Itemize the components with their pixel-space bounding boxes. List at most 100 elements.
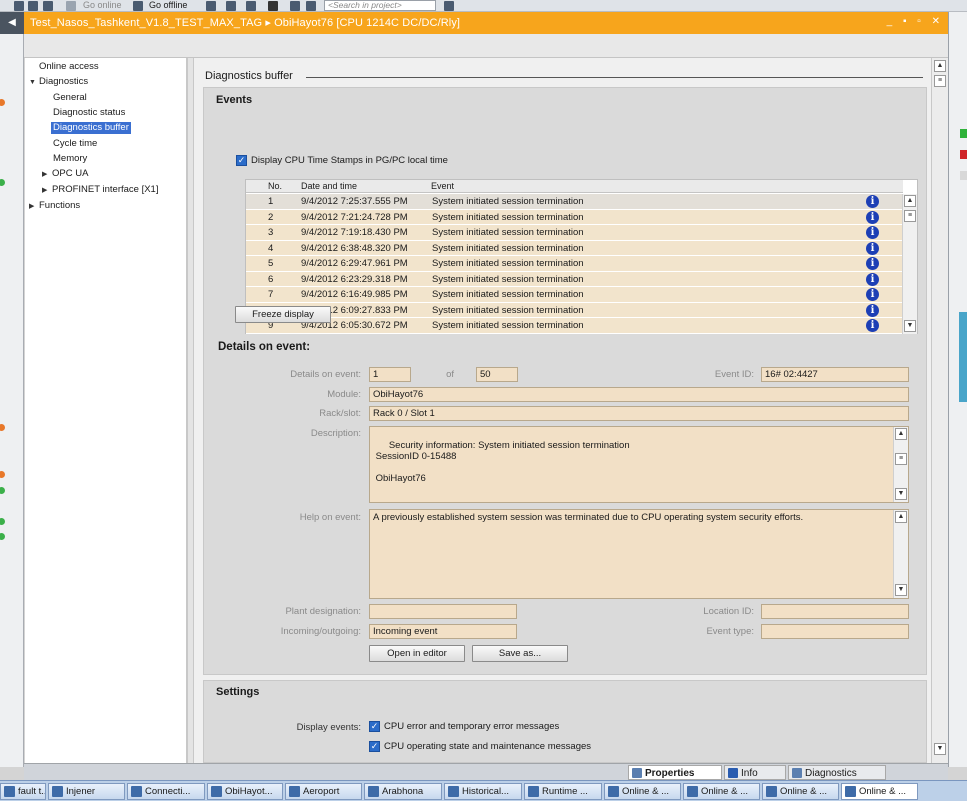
help-textarea[interactable]: A previously established system session …: [369, 509, 909, 599]
table-row[interactable]: 4 9/4/2012 6:38:48.320 PM System initiated…: [246, 240, 903, 256]
info-icon[interactable]: i: [866, 272, 879, 286]
taskbar-item[interactable]: Online & ...: [841, 783, 918, 800]
taskbar-item[interactable]: Aeroport: [285, 783, 362, 800]
nav-profinet[interactable]: ▶ PROFINET interface [X1]: [42, 184, 158, 197]
scroll-up-icon[interactable]: ▲: [895, 511, 907, 523]
table-row[interactable]: 3 9/4/2012 7:19:18.430 PM System initiated…: [246, 225, 903, 241]
nav-functions[interactable]: ▶ Functions: [29, 200, 80, 213]
description-textarea[interactable]: Security information: System initiated s…: [369, 426, 909, 503]
taskbar-item[interactable]: Connecti...: [127, 783, 205, 800]
settings-option-state[interactable]: ✓ CPU operating state and maintenance mes…: [369, 741, 591, 752]
scroll-up-icon[interactable]: ▲: [934, 60, 946, 72]
info-icon[interactable]: i: [866, 210, 879, 224]
tab-info[interactable]: Info: [724, 765, 786, 780]
taskbar-item[interactable]: fault t...: [0, 783, 46, 800]
app-icon: [608, 786, 619, 797]
table-row[interactable]: 2 9/4/2012 7:21:24.728 PM System initiated…: [246, 209, 903, 225]
scroll-down-icon[interactable]: ▼: [904, 320, 916, 332]
table-row[interactable]: 1 9/4/2012 7:25:37.555 PM System initiated…: [246, 194, 903, 210]
nav-opc-ua[interactable]: ▶ OPC UA: [42, 168, 88, 181]
info-icon[interactable]: i: [866, 257, 879, 270]
info-icon[interactable]: i: [866, 195, 879, 208]
taskbar-item[interactable]: Injener: [48, 783, 125, 800]
tab-properties[interactable]: Properties: [628, 765, 722, 780]
go-offline-button[interactable]: Go offline: [149, 0, 187, 11]
row-date: 9/4/2012 6:38:48.320 PM: [301, 242, 408, 254]
collapse-left-icon[interactable]: ◀: [0, 12, 24, 34]
table-row[interactable]: 7 9/4/2012 6:16:49.985 PM System initiated…: [246, 287, 903, 303]
taskbar-item[interactable]: Online & ...: [683, 783, 760, 800]
taskbar-item-label: fault t...: [18, 786, 45, 797]
window-buttons[interactable]: _ ▪ ▫ ✕: [887, 16, 944, 27]
nav-diagnostic-status[interactable]: Diagnostic status: [53, 107, 125, 119]
info-icon[interactable]: i: [866, 288, 879, 301]
info-icon[interactable]: i: [866, 303, 879, 317]
nav-general[interactable]: General: [53, 92, 87, 104]
freeze-display-button[interactable]: Freeze display: [235, 306, 331, 323]
accessible-devices-icon[interactable]: [206, 1, 216, 11]
scroll-thumb[interactable]: ≡: [904, 210, 916, 222]
download-icon[interactable]: [43, 1, 53, 11]
cpu-timestamps-option[interactable]: ✓ Display CPU Time Stamps in PG/PC local …: [236, 155, 448, 166]
pane-splitter[interactable]: [187, 58, 194, 763]
taskbar-item[interactable]: Online & ...: [762, 783, 839, 800]
nav-cycle-time[interactable]: Cycle time: [53, 138, 97, 150]
stop-cpu-icon[interactable]: [246, 1, 256, 11]
details-on-event-label: Details on event:: [290, 369, 361, 380]
taskbar-item[interactable]: Online & ...: [604, 783, 681, 800]
taskbar-item[interactable]: Arabhona: [364, 783, 442, 800]
save-as-button[interactable]: Save as...: [472, 645, 568, 662]
scroll-up-icon[interactable]: ▲: [904, 195, 916, 207]
go-online-button[interactable]: Go online: [83, 0, 122, 11]
scroll-up-icon[interactable]: ▲: [895, 428, 907, 440]
scroll-down-icon[interactable]: ▼: [895, 584, 907, 596]
split-horizontal-icon[interactable]: [290, 1, 300, 11]
scroll-down-icon[interactable]: ▼: [934, 743, 946, 755]
collapsed-icon[interactable]: ▶: [42, 185, 52, 197]
app-icon: [368, 786, 379, 797]
close-icon[interactable]: [268, 1, 278, 11]
expanded-icon[interactable]: ▼: [29, 77, 39, 89]
column-event[interactable]: Event: [431, 181, 454, 191]
details-on-event-field[interactable]: 1: [369, 367, 411, 382]
open-in-editor-button[interactable]: Open in editor: [369, 645, 465, 662]
print-icon[interactable]: [28, 1, 38, 11]
search-input[interactable]: <Search in project>: [324, 0, 436, 11]
scroll-thumb[interactable]: ≡: [934, 75, 946, 87]
taskbar-item[interactable]: ObiHayot...: [207, 783, 283, 800]
checkbox-checked-icon[interactable]: ✓: [369, 721, 380, 732]
collapsed-icon[interactable]: ▶: [29, 201, 39, 213]
collapsed-icon[interactable]: ▶: [42, 169, 52, 181]
settings-option-errors[interactable]: ✓ CPU error and temporary error messages: [369, 721, 559, 732]
table-row[interactable]: 89/4/2012 6:09:27.833 PMSystem initiated…: [246, 302, 903, 318]
split-vertical-icon[interactable]: [306, 1, 316, 11]
scroll-down-icon[interactable]: ▼: [895, 488, 907, 500]
start-cpu-icon[interactable]: [226, 1, 236, 11]
scroll-thumb[interactable]: ≡: [895, 453, 907, 465]
description-scrollbar[interactable]: ▲ ≡ ▼: [893, 427, 908, 502]
taskbar-item[interactable]: Historical...: [444, 783, 522, 800]
info-icon[interactable]: i: [866, 319, 879, 332]
nav-memory[interactable]: Memory: [53, 153, 87, 165]
table-row[interactable]: 9 9/4/2012 6:05:30.672 PM System initiated…: [246, 318, 903, 334]
nav-diagnostics-buffer[interactable]: Diagnostics buffer: [51, 122, 131, 134]
table-row[interactable]: 6 9/4/2012 6:23:29.318 PM System initiated…: [246, 271, 903, 287]
events-scrollbar[interactable]: ▲ ≡ ▼: [902, 194, 917, 334]
checkbox-checked-icon[interactable]: ✓: [236, 155, 247, 166]
info-icon[interactable]: i: [866, 241, 879, 255]
info-icon[interactable]: i: [866, 226, 879, 239]
search-icon[interactable]: [444, 1, 454, 11]
main-scrollbar[interactable]: ▲ ≡ ▼: [931, 58, 948, 763]
taskbar-item[interactable]: Runtime ...: [524, 783, 602, 800]
nav-diagnostics[interactable]: ▼ Diagnostics: [29, 76, 88, 89]
column-date[interactable]: Date and time: [301, 181, 357, 191]
row-date: 9/4/2012 6:23:29.318 PM: [301, 273, 408, 285]
project-tree-strip: [0, 34, 24, 767]
column-no[interactable]: No.: [268, 181, 282, 191]
nav-online-access[interactable]: Online access: [39, 61, 99, 73]
help-scrollbar[interactable]: ▲ ▼: [893, 510, 908, 598]
checkbox-checked-icon[interactable]: ✓: [369, 741, 380, 752]
table-row[interactable]: 5 9/4/2012 6:29:47.961 PM System initiated…: [246, 256, 903, 272]
tab-diagnostics[interactable]: Diagnostics: [788, 765, 886, 780]
save-icon[interactable]: [14, 1, 24, 11]
